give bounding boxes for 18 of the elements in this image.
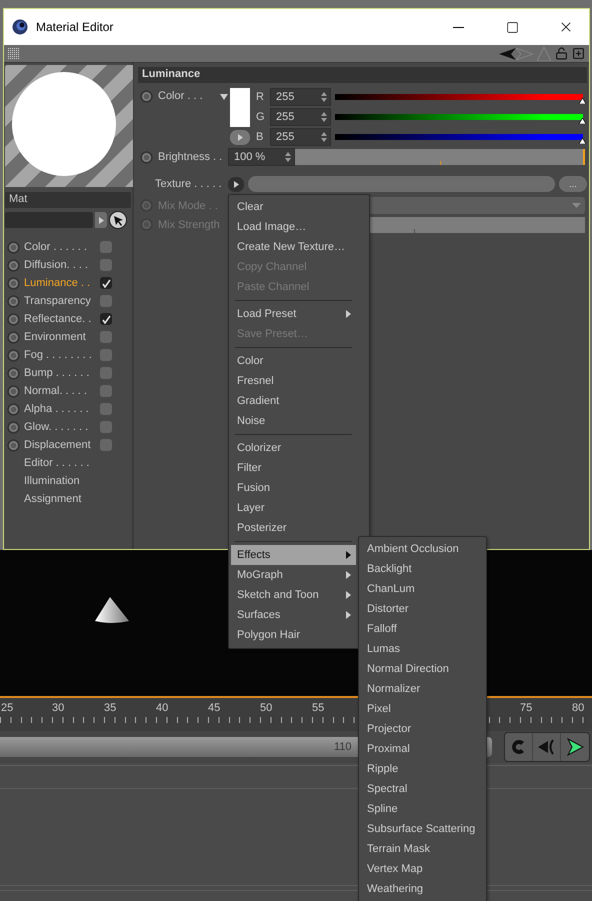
- param-label: Brightness . .: [158, 151, 224, 163]
- frame-number: 35: [104, 701, 118, 716]
- window-title: Material Editor: [36, 20, 114, 34]
- frame-number: 50: [260, 701, 274, 716]
- frame-number: 25: [0, 701, 14, 716]
- range-end-value: 110: [334, 741, 352, 753]
- frame-number: 80: [571, 701, 586, 716]
- param-label: Texture . . . . .: [155, 178, 223, 190]
- frame-number: 30: [52, 701, 66, 716]
- frame-number: 75: [519, 701, 534, 716]
- frame-number: 40: [156, 701, 170, 716]
- channel-letter: B: [256, 131, 264, 143]
- param-label: Color . . .: [158, 90, 204, 102]
- frame-number: 55: [312, 701, 326, 716]
- channel-letter: G: [256, 111, 266, 123]
- channel-letter: R: [256, 91, 265, 103]
- frame-number: 45: [208, 701, 222, 716]
- section-header: Luminance: [138, 67, 587, 83]
